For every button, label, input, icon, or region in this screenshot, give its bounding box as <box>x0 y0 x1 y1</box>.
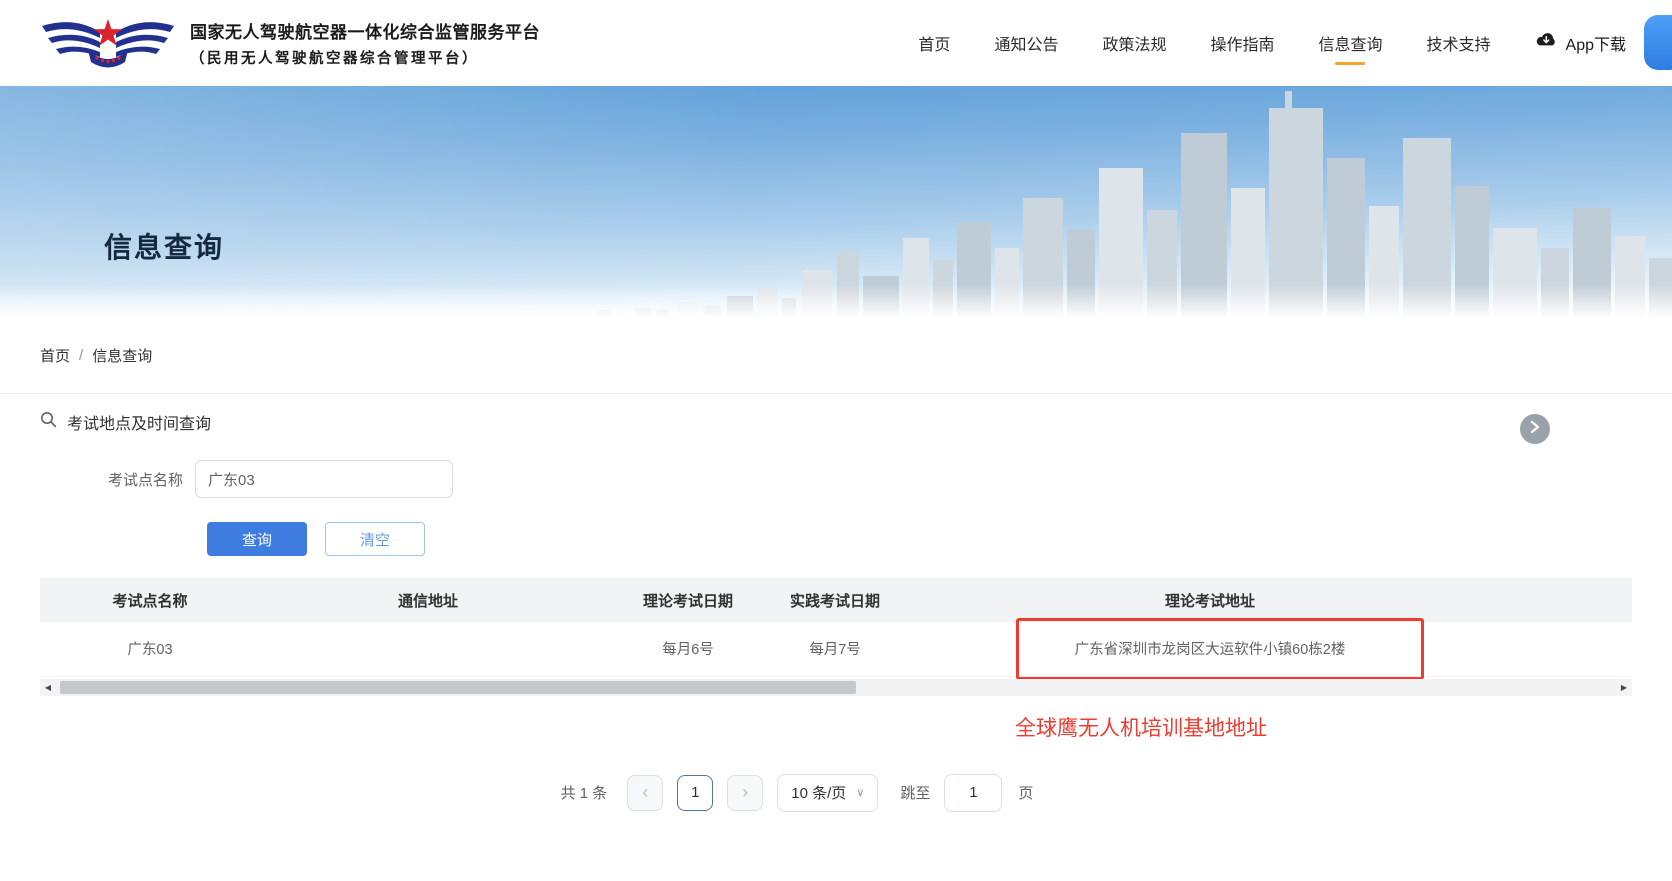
page-unit-label: 页 <box>1018 782 1033 803</box>
top-header: 国家无人驾驶航空器一体化综合监管服务平台 （民用无人驾驶航空器综合管理平台） 首… <box>0 0 1672 86</box>
platform-logo[interactable]: 国家无人驾驶航空器一体化综合监管服务平台 （民用无人驾驶航空器综合管理平台） <box>40 12 540 75</box>
scrollbar-thumb[interactable] <box>60 681 856 694</box>
table-cell: 每月6号 <box>596 622 780 676</box>
breadcrumb: 首页 / 信息查询 <box>0 318 1672 394</box>
next-page-button[interactable]: › <box>727 775 763 811</box>
hero-bottom-fade <box>0 284 1672 318</box>
table-cell: 广东03 <box>40 622 260 676</box>
column-header: 实践考试日期 <box>780 578 890 622</box>
main-nav: 首页通知公告政策法规操作指南信息查询 技术支持 <box>918 21 1490 65</box>
column-header: 考试点名称 <box>40 578 260 622</box>
scrollbar-track[interactable] <box>56 679 1616 696</box>
search-icon <box>40 411 57 433</box>
pagination: 共 1 条 ‹ 1 › 10 条/页 ∨ 跳至 页 <box>40 774 1554 812</box>
clear-button[interactable]: 清空 <box>325 522 425 556</box>
panel-collapse-next-button[interactable] <box>1520 414 1550 444</box>
table-cell <box>1530 622 1632 676</box>
hero-banner: 信息查询 <box>0 86 1672 318</box>
total-count-label: 共 1 条 <box>561 782 608 803</box>
app-download-button[interactable]: App下载 <box>1535 31 1626 55</box>
nav-item-通知公告[interactable]: 通知公告 <box>994 21 1058 65</box>
column-header <box>1530 578 1632 622</box>
exam-site-form-row: 考试点名称 <box>40 460 1632 498</box>
horizontal-scrollbar: ◀ ▶ <box>40 679 1632 696</box>
exam-table-wrap: 考试点名称通信地址理论考试日期实践考试日期理论考试地址 广东03 每月6号每月7号… <box>40 578 1632 677</box>
exam-site-name-label: 考试点名称 <box>40 469 195 490</box>
jump-page-input[interactable] <box>944 774 1002 812</box>
column-header: 理论考试日期 <box>596 578 780 622</box>
search-panel-title: 考试地点及时间查询 <box>67 410 211 434</box>
column-header: 通信地址 <box>260 578 596 622</box>
edge-login-button-sliver[interactable] <box>1644 15 1672 70</box>
platform-title: 国家无人驾驶航空器一体化综合监管服务平台 （民用无人驾驶航空器综合管理平台） <box>190 18 540 68</box>
exam-table: 考试点名称通信地址理论考试日期实践考试日期理论考试地址 广东03 每月6号每月7号… <box>40 578 1632 677</box>
form-buttons-row: 查询 清空 <box>40 522 1632 556</box>
caret-down-icon: ∨ <box>856 786 864 799</box>
app-download-label: App下载 <box>1566 31 1626 55</box>
chevron-left-icon: ‹ <box>642 782 648 803</box>
nav-item-技术支持[interactable]: 技术支持 <box>1427 21 1491 65</box>
table-header-row: 考试点名称通信地址理论考试日期实践考试日期理论考试地址 <box>40 578 1632 622</box>
scroll-right-arrow-icon[interactable]: ▶ <box>1616 679 1632 696</box>
jump-to-label: 跳至 <box>900 782 930 803</box>
breadcrumb-current: 信息查询 <box>92 345 152 366</box>
chevron-right-icon: › <box>742 782 748 803</box>
column-header: 理论考试地址 <box>890 578 1530 622</box>
query-button[interactable]: 查询 <box>207 522 307 556</box>
page-size-select[interactable]: 10 条/页 ∨ <box>777 774 878 812</box>
table-cell: 每月7号 <box>780 622 890 676</box>
main-content: 考试地点及时间查询 考试点名称 查询 清空 考试点名称通信地址理论考试日期实践考… <box>0 410 1672 812</box>
page-title: 信息查询 <box>104 226 224 266</box>
cloud-download-icon <box>1535 32 1558 54</box>
exam-site-name-input[interactable] <box>195 460 453 498</box>
prev-page-button[interactable]: ‹ <box>627 775 663 811</box>
table-row: 广东03 每月6号每月7号广东省深圳市龙岗区大运软件小镇60栋2楼 <box>40 622 1632 676</box>
scroll-left-arrow-icon[interactable]: ◀ <box>40 679 56 696</box>
nav-item-操作指南[interactable]: 操作指南 <box>1210 21 1274 65</box>
caac-wings-icon <box>40 12 176 75</box>
breadcrumb-home-link[interactable]: 首页 <box>40 345 70 366</box>
breadcrumb-separator: / <box>79 347 83 364</box>
chevron-right-icon <box>1529 420 1541 439</box>
nav-item-政策法规[interactable]: 政策法规 <box>1102 21 1166 65</box>
nav-item-信息查询[interactable]: 信息查询 <box>1318 21 1382 65</box>
table-cell: 广东省深圳市龙岗区大运软件小镇60栋2楼 <box>890 622 1530 676</box>
nav-item-首页[interactable]: 首页 <box>918 21 950 65</box>
page-number-button[interactable]: 1 <box>677 775 713 811</box>
page-size-value: 10 条/页 <box>791 782 846 803</box>
platform-title-line1: 国家无人驾驶航空器一体化综合监管服务平台 <box>190 18 540 43</box>
table-cell <box>260 622 596 676</box>
annotation-text: 全球鹰无人机培训基地地址 <box>1015 712 1632 742</box>
platform-title-line2: （民用无人驾驶航空器综合管理平台） <box>190 47 540 68</box>
search-panel-header: 考试地点及时间查询 <box>40 410 1632 434</box>
